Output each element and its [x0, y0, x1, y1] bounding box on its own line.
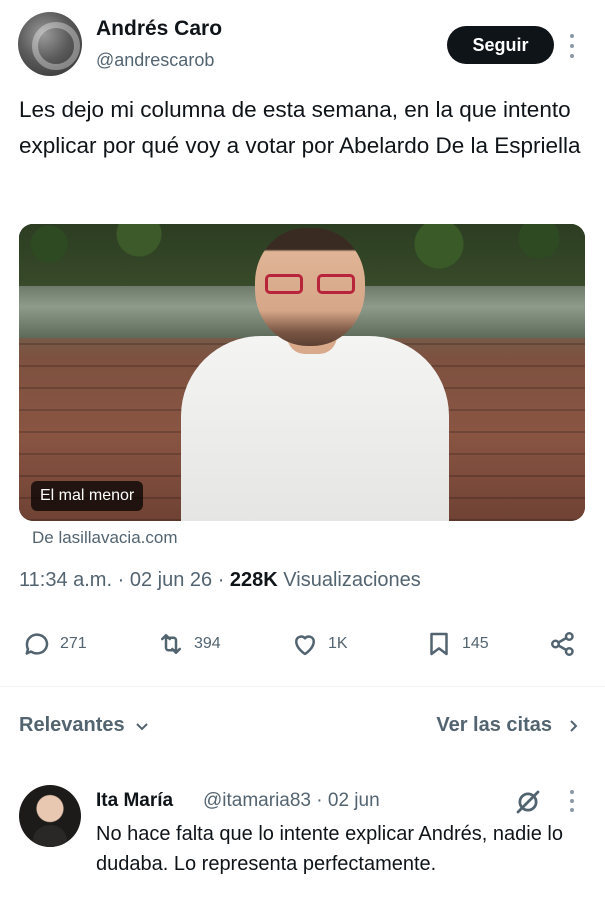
- share-button[interactable]: [548, 624, 578, 664]
- bookmark-icon: [430, 632, 448, 656]
- card-image-person: [181, 224, 449, 521]
- sort-label: Relevantes: [19, 714, 125, 736]
- more-options-icon[interactable]: [568, 34, 576, 58]
- share-icon: [551, 632, 574, 656]
- reply-text: No hace falta que lo intente explicar An…: [96, 823, 563, 875]
- reply-count: 271: [60, 635, 87, 652]
- reply-more-icon[interactable]: [568, 790, 576, 812]
- reply-button[interactable]: 271: [22, 624, 87, 664]
- reply-author-handle[interactable]: @itamaria83 · 02 jun: [203, 790, 380, 812]
- author-handle[interactable]: @andrescarob: [96, 50, 214, 71]
- reply-item[interactable]: Ita María @itamaria83 · 02 jun No hace f…: [0, 778, 605, 918]
- sort-dropdown[interactable]: Relevantes: [19, 714, 149, 737]
- grok-icon[interactable]: [513, 787, 543, 817]
- divider: [0, 686, 605, 687]
- views-label: Visualizaciones: [283, 569, 421, 591]
- like-count: 1K: [328, 635, 348, 652]
- repost-icon: [161, 634, 181, 654]
- reply-author-name[interactable]: Ita María: [96, 790, 173, 812]
- repost-button[interactable]: 394: [156, 624, 221, 664]
- views-count: 228K: [229, 569, 278, 591]
- chevron-down-icon: [135, 722, 148, 730]
- bookmark-button[interactable]: 145: [424, 624, 489, 664]
- card-title-tag: El mal menor: [31, 481, 144, 511]
- like-button[interactable]: 1K: [290, 624, 348, 664]
- tweet-time[interactable]: 11:34 a.m.: [19, 569, 112, 591]
- tweet-date[interactable]: 02 jun 26: [130, 569, 212, 591]
- chevron-right-icon: [570, 719, 578, 732]
- meta-separator: ·: [117, 569, 125, 591]
- bookmark-count: 145: [462, 635, 489, 652]
- author-name[interactable]: Andrés Caro: [96, 17, 222, 41]
- tweet-meta: 11:34 a.m. · 02 jun 26 · 228K Visualizac…: [19, 569, 421, 592]
- reply-avatar[interactable]: [19, 785, 81, 847]
- reply-icon: [25, 633, 49, 655]
- card-source[interactable]: De lasillavacia.com: [32, 528, 178, 548]
- tweet-text: Les dejo mi columna de esta semana, en l…: [19, 97, 581, 158]
- view-quotes-link[interactable]: Ver las citas: [436, 714, 580, 737]
- like-icon: [295, 635, 315, 656]
- meta-separator: ·: [217, 569, 225, 591]
- link-card[interactable]: El mal menor: [19, 224, 585, 521]
- repost-count: 394: [194, 635, 221, 652]
- follow-button[interactable]: Seguir: [447, 26, 554, 64]
- quotes-label: Ver las citas: [436, 714, 552, 736]
- author-avatar[interactable]: [18, 12, 82, 76]
- action-bar: 271 394 1K 145: [0, 624, 605, 664]
